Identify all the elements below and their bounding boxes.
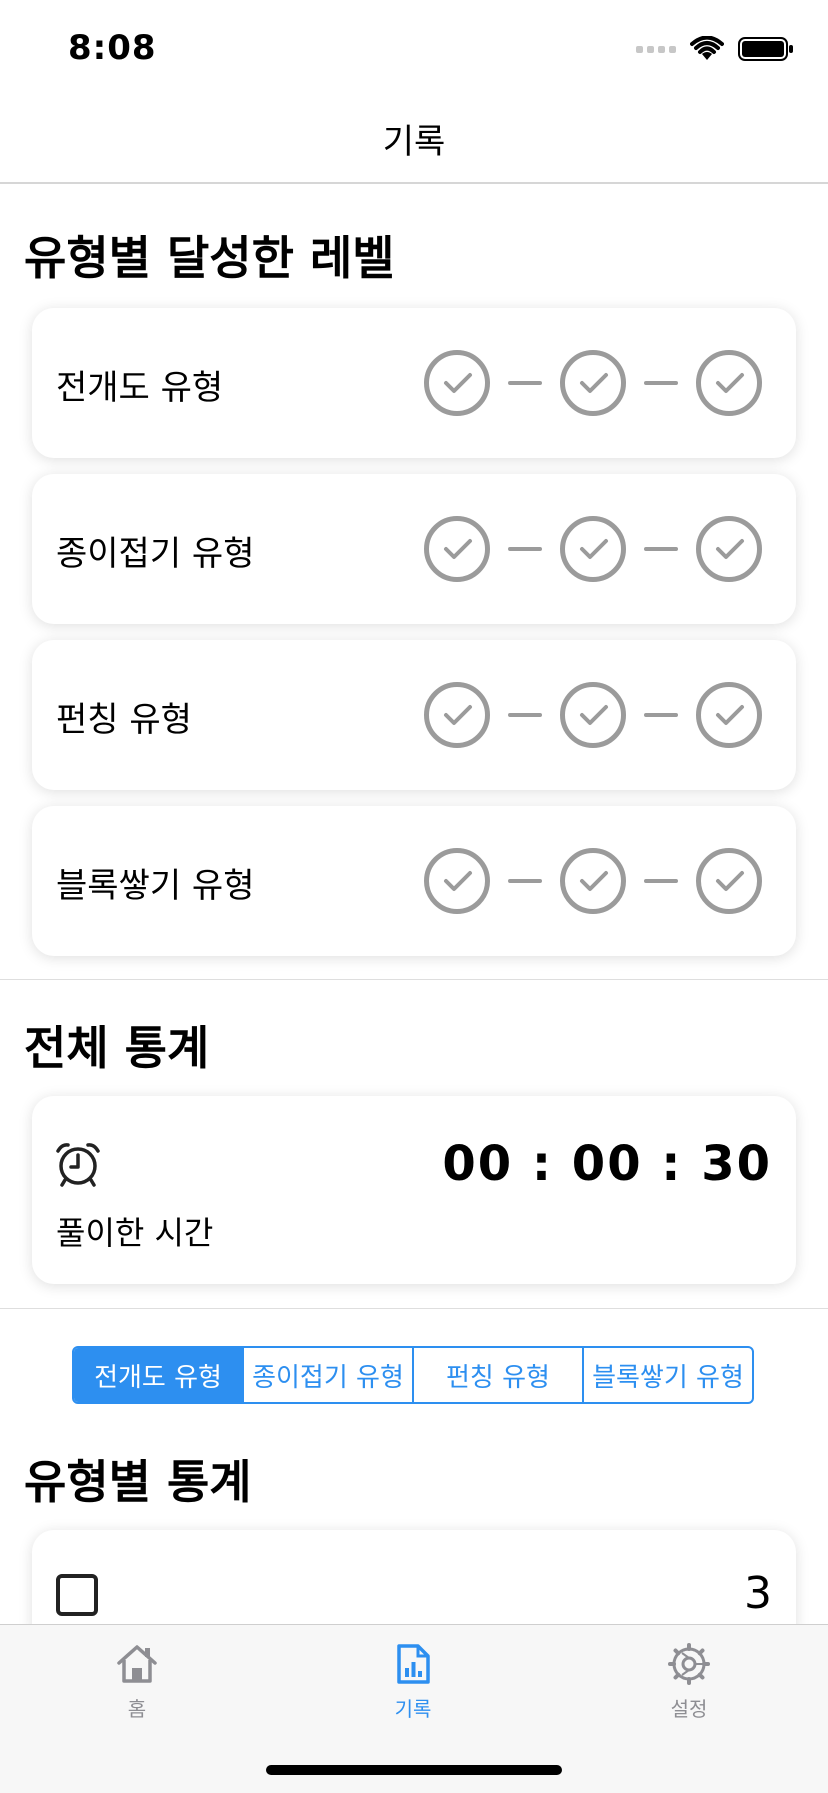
level-connector xyxy=(508,713,542,717)
level-connector xyxy=(644,879,678,883)
square-icon xyxy=(56,1574,98,1616)
segment-unfolding[interactable]: 전개도 유형 xyxy=(74,1348,242,1402)
type-segmented-control[interactable]: 전개도 유형 종이접기 유형 펀칭 유형 블록쌓기 유형 xyxy=(72,1346,754,1404)
level-connector xyxy=(508,879,542,883)
level-progress-track xyxy=(424,848,762,914)
checkmark-circle-icon xyxy=(696,350,762,416)
checkmark-circle-icon xyxy=(424,350,490,416)
tab-home[interactable]: 홈 xyxy=(77,1643,197,1722)
checkmark-circle-icon xyxy=(424,848,490,914)
level-card-label: 블록쌓기 유형 xyxy=(56,866,255,906)
level-card: 종이접기 유형 xyxy=(32,474,796,624)
page-title: 기록 xyxy=(382,122,446,162)
checkmark-circle-icon xyxy=(696,848,762,914)
level-connector xyxy=(644,381,678,385)
battery-icon xyxy=(738,37,793,61)
checkmark-circle-icon xyxy=(696,516,762,582)
level-card: 전개도 유형 xyxy=(32,308,796,458)
checkmark-circle-icon xyxy=(560,516,626,582)
tab-home-label: 홈 xyxy=(127,1697,147,1721)
level-connector xyxy=(508,547,542,551)
status-icons xyxy=(636,36,794,62)
level-connector xyxy=(508,381,542,385)
section-divider xyxy=(0,1308,828,1309)
level-connector xyxy=(644,547,678,551)
status-bar: 8:08 xyxy=(0,0,828,92)
level-connector xyxy=(644,713,678,717)
solve-time-card: 풀이한 시간 00 : 00 : 30 xyxy=(32,1096,796,1284)
level-progress-track xyxy=(424,682,762,748)
solve-time-value: 00 : 00 : 30 xyxy=(442,1136,772,1192)
checkmark-circle-icon xyxy=(696,682,762,748)
segment-paper-folding[interactable]: 종이접기 유형 xyxy=(242,1348,412,1402)
checkmark-circle-icon xyxy=(560,848,626,914)
segment-block-stacking[interactable]: 블록쌓기 유형 xyxy=(582,1348,752,1402)
cellular-signal-icon xyxy=(636,45,676,53)
tab-settings[interactable]: 설정 xyxy=(629,1643,749,1722)
navigation-bar: 기록 xyxy=(0,92,828,184)
tab-settings-label: 설정 xyxy=(670,1697,708,1721)
overall-section-title: 전체 통계 xyxy=(24,1021,210,1075)
checkmark-circle-icon xyxy=(424,516,490,582)
level-card: 펀칭 유형 xyxy=(32,640,796,790)
tab-records[interactable]: 기록 xyxy=(353,1643,473,1722)
type-stat-value: 3 xyxy=(744,1568,772,1619)
home-icon xyxy=(117,1645,157,1683)
solve-time-label: 풀이한 시간 xyxy=(56,1214,214,1252)
level-card-label: 종이접기 유형 xyxy=(56,534,255,574)
level-card-label: 전개도 유형 xyxy=(56,368,224,408)
level-card-label: 펀칭 유형 xyxy=(56,700,192,740)
checkmark-circle-icon xyxy=(560,682,626,748)
alarm-clock-icon xyxy=(56,1143,100,1187)
by-type-section-title: 유형별 통계 xyxy=(24,1455,252,1509)
gear-icon xyxy=(668,1643,710,1685)
wifi-icon xyxy=(690,36,724,60)
levels-section-title: 유형별 달성한 레벨 xyxy=(24,231,395,285)
checkmark-circle-icon xyxy=(424,682,490,748)
tab-records-label: 기록 xyxy=(394,1697,432,1721)
level-card: 블록쌓기 유형 xyxy=(32,806,796,956)
document-chart-icon xyxy=(397,1644,430,1684)
status-time: 8:08 xyxy=(68,28,157,68)
section-divider xyxy=(0,979,828,980)
level-progress-track xyxy=(424,350,762,416)
level-progress-track xyxy=(424,516,762,582)
home-indicator xyxy=(266,1765,562,1775)
checkmark-circle-icon xyxy=(560,350,626,416)
segment-punching[interactable]: 펀칭 유형 xyxy=(412,1348,582,1402)
